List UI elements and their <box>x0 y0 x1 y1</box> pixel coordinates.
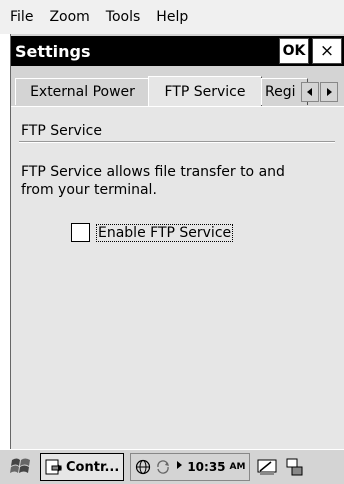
network-status-icon[interactable] <box>284 456 306 478</box>
start-flag-icon[interactable] <box>6 452 36 482</box>
taskbar-task-label: Contr... <box>66 459 120 475</box>
ok-button[interactable]: OK <box>279 38 309 64</box>
menu-tools[interactable]: Tools <box>96 9 147 25</box>
group-label: FTP Service <box>21 123 102 139</box>
enable-ftp-row[interactable]: Enable FTP Service <box>71 223 234 242</box>
menu-file[interactable]: File <box>0 9 39 25</box>
tab-scroll-left-icon[interactable] <box>301 82 319 102</box>
control-panel-icon <box>45 458 63 476</box>
tray-expand-icon[interactable] <box>175 459 183 475</box>
title-bar: Settings OK × <box>11 36 344 66</box>
ftp-description: FTP Service allows file transfer to and … <box>21 164 285 198</box>
tab-ftp-service[interactable]: FTP Service <box>148 76 262 107</box>
network-globe-icon[interactable] <box>135 459 151 475</box>
clock-time[interactable]: 10:35 <box>187 460 225 474</box>
menu-zoom[interactable]: Zoom <box>39 9 95 25</box>
keyboard-input-icon[interactable] <box>256 456 278 478</box>
system-tray: 10:35 AM <box>130 453 251 481</box>
sync-icon[interactable] <box>155 459 171 475</box>
tab-content-ftp-service: FTP Service FTP Service allows file tran… <box>11 106 344 450</box>
tab-scroll-right-icon[interactable] <box>320 82 338 102</box>
close-button[interactable]: × <box>312 38 342 64</box>
settings-window: Settings OK × External Power FTP Service… <box>10 34 344 450</box>
taskbar-control-panel-button[interactable]: Contr... <box>40 453 125 481</box>
menu-help[interactable]: Help <box>146 9 194 25</box>
enable-ftp-label[interactable]: Enable FTP Service <box>96 223 234 242</box>
tab-strip: External Power FTP Service Regi <box>11 76 344 107</box>
clock-ampm: AM <box>229 462 246 472</box>
menu-bar: File Zoom Tools Help <box>0 0 344 34</box>
tab-external-power[interactable]: External Power <box>15 78 150 105</box>
window-title: Settings <box>15 41 91 61</box>
taskbar: Contr... 10:35 AM <box>0 449 344 484</box>
enable-ftp-checkbox[interactable] <box>71 223 90 242</box>
group-divider <box>19 141 335 143</box>
